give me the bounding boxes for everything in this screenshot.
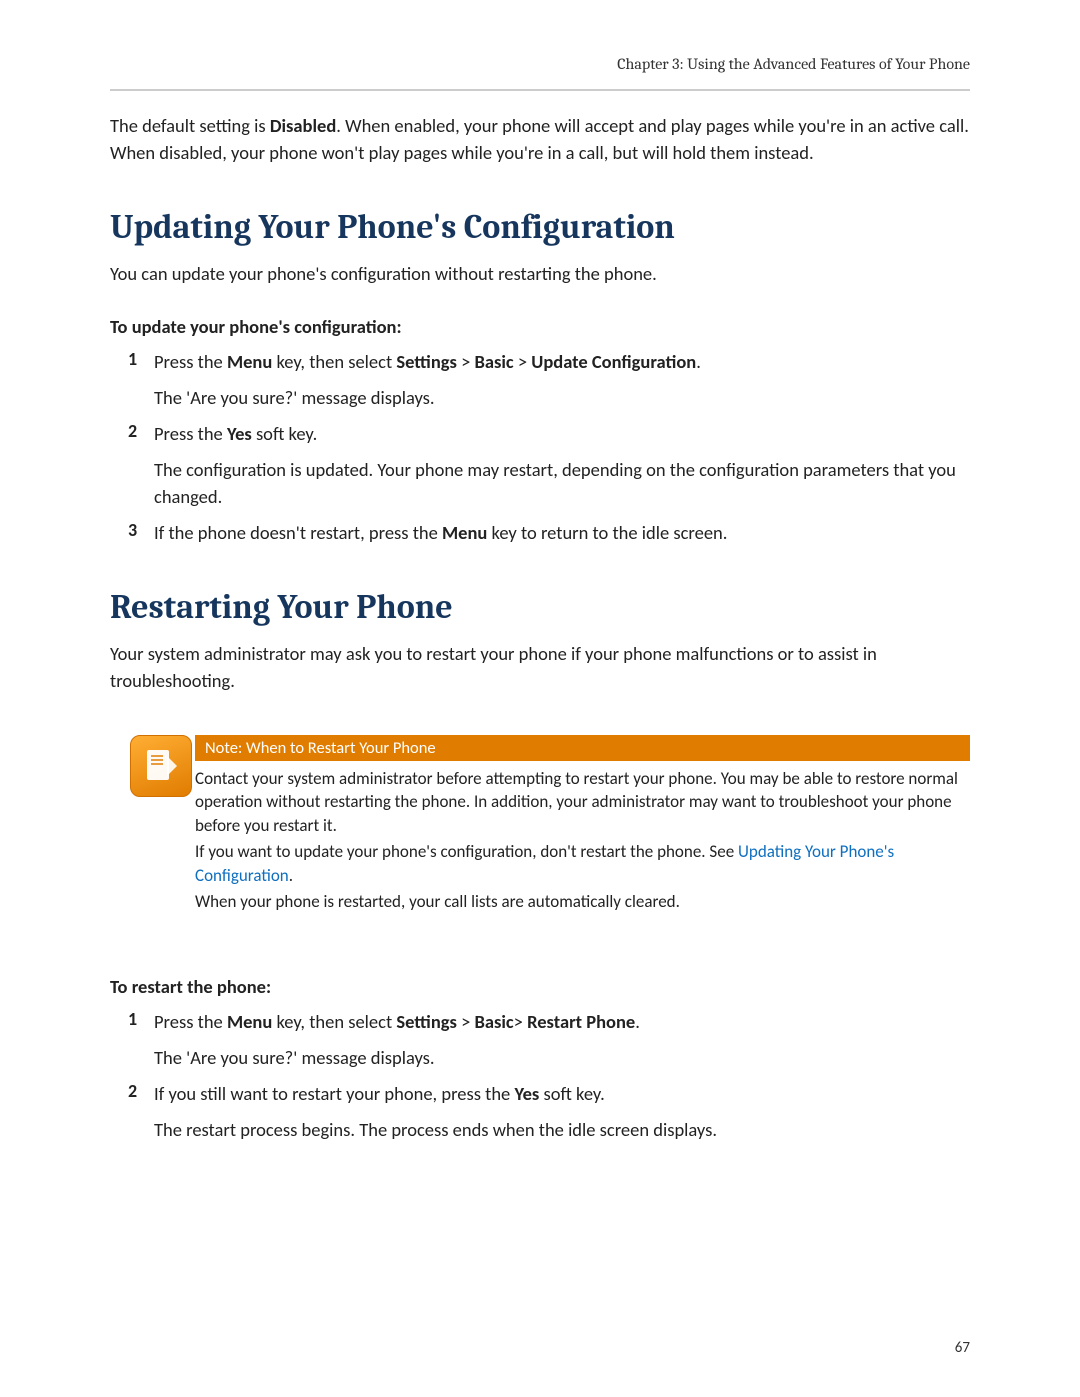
text: If you want to update your phone's confi… xyxy=(195,841,738,862)
text: The 'Are you sure?' message displays. xyxy=(154,1044,970,1072)
text-bold: Disabled xyxy=(270,114,336,137)
text: Press the xyxy=(154,350,227,373)
text: . xyxy=(635,1010,640,1033)
chapter-title: Chapter 3: Using the Advanced Features o… xyxy=(110,55,970,73)
note-callout: Note: When to Restart Your Phone Contact… xyxy=(110,735,970,916)
list-item: 2 If you still want to restart your phon… xyxy=(110,1080,970,1144)
text-bold: Restart Phone xyxy=(527,1010,635,1033)
step-body: If you still want to restart your phone,… xyxy=(154,1080,970,1144)
text: . xyxy=(289,865,293,886)
text: The default setting is xyxy=(110,114,270,137)
text: When your phone is restarted, your call … xyxy=(195,890,970,914)
text: Press the xyxy=(154,422,227,445)
text: If you still want to restart your phone,… xyxy=(154,1082,514,1105)
page-number: 67 xyxy=(955,1339,970,1357)
text: If the phone doesn't restart, press the xyxy=(154,521,442,544)
text: Contact your system administrator before… xyxy=(195,767,970,838)
text-bold: Menu xyxy=(227,1010,272,1033)
text: Press the xyxy=(154,1010,227,1033)
text: key to return to the idle screen. xyxy=(487,521,727,544)
procedure-heading: To update your phone's configuration: xyxy=(110,315,970,338)
text: > xyxy=(457,1010,475,1033)
step-body: If the phone doesn't restart, press the … xyxy=(154,519,970,547)
list-item: 2 Press the Yes soft key. The configurat… xyxy=(110,420,970,511)
text: The configuration is updated. Your phone… xyxy=(154,456,970,512)
text: key, then select xyxy=(272,350,396,373)
ordered-steps: 1 Press the Menu key, then select Settin… xyxy=(110,348,970,547)
list-item: 1 Press the Menu key, then select Settin… xyxy=(110,348,970,412)
text: The 'Are you sure?' message displays. xyxy=(154,384,970,412)
text-bold: Update Configuration xyxy=(531,350,696,373)
text: . xyxy=(696,350,701,373)
text: > xyxy=(514,350,532,373)
section-lead: Your system administrator may ask you to… xyxy=(110,641,970,695)
text: > xyxy=(514,1010,527,1033)
section-heading-updating: Updating Your Phone's Configuration xyxy=(110,207,970,247)
note-icon xyxy=(130,735,192,797)
text-bold: Settings xyxy=(396,350,457,373)
text-bold: Basic xyxy=(475,1010,514,1033)
step-body: Press the Menu key, then select Settings… xyxy=(154,348,970,412)
procedure-heading: To restart the phone: xyxy=(110,975,970,998)
note-content: Note: When to Restart Your Phone Contact… xyxy=(195,735,970,916)
note-icon-wrap xyxy=(110,735,195,916)
step-number: 2 xyxy=(110,420,154,511)
step-number: 1 xyxy=(110,1008,154,1072)
text-bold: Yes xyxy=(514,1082,539,1105)
text: soft key. xyxy=(539,1082,604,1105)
step-body: Press the Yes soft key. The configuratio… xyxy=(154,420,970,511)
step-number: 2 xyxy=(110,1080,154,1144)
text: soft key. xyxy=(252,422,317,445)
section-lead: You can update your phone's configuratio… xyxy=(110,261,970,288)
text-bold: Basic xyxy=(475,350,514,373)
note-title: Note: When to Restart Your Phone xyxy=(195,735,970,761)
divider xyxy=(110,89,970,91)
note-body: Contact your system administrator before… xyxy=(195,767,970,914)
step-body: Press the Menu key, then select Settings… xyxy=(154,1008,970,1072)
text: > xyxy=(457,350,475,373)
text-bold: Settings xyxy=(396,1010,457,1033)
step-number: 1 xyxy=(110,348,154,412)
step-number: 3 xyxy=(110,519,154,547)
text-bold: Menu xyxy=(227,350,272,373)
text-bold: Menu xyxy=(442,521,487,544)
text-bold: Yes xyxy=(227,422,252,445)
text: The restart process begins. The process … xyxy=(154,1116,970,1144)
section-heading-restarting: Restarting Your Phone xyxy=(110,587,970,627)
list-item: 1 Press the Menu key, then select Settin… xyxy=(110,1008,970,1072)
list-item: 3 If the phone doesn't restart, press th… xyxy=(110,519,970,547)
text: key, then select xyxy=(272,1010,396,1033)
document-page: Chapter 3: Using the Advanced Features o… xyxy=(0,0,1080,1397)
ordered-steps: 1 Press the Menu key, then select Settin… xyxy=(110,1008,970,1143)
intro-paragraph: The default setting is Disabled. When en… xyxy=(110,113,970,167)
